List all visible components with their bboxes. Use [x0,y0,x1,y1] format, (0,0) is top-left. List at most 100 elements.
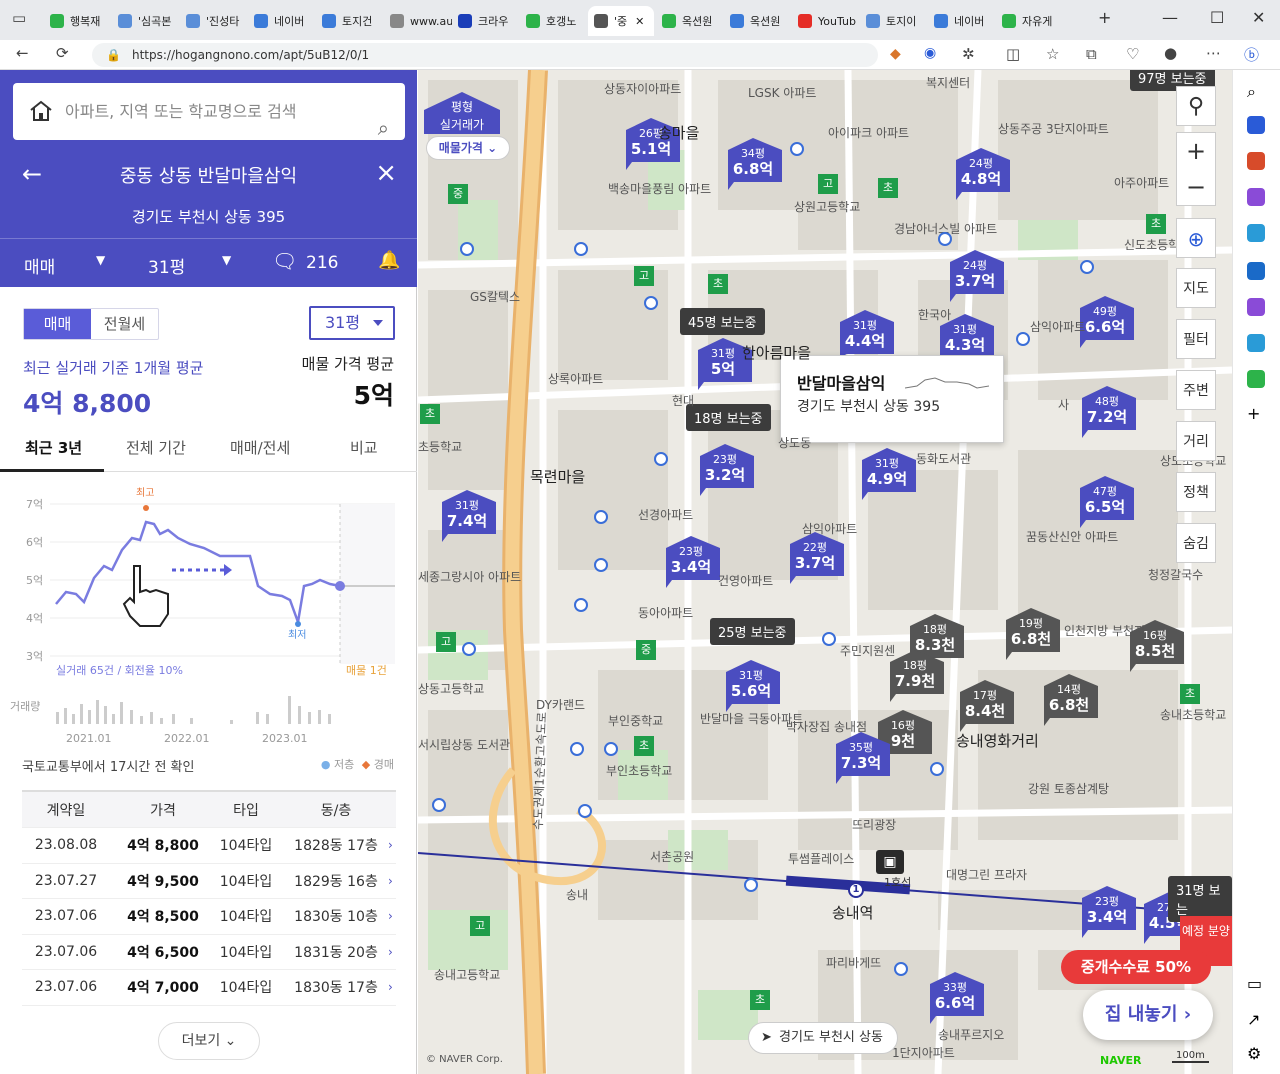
workspaces-icon[interactable]: ▭ [12,9,26,27]
price-marker[interactable]: 47평 6.5억 [1076,476,1134,528]
map-poi-label[interactable]: GS칼텍스 [470,288,520,305]
browser-tab[interactable]: 크라우 [452,6,520,36]
add-sidebar-icon[interactable]: + [1247,404,1265,423]
bus-stop-icon[interactable] [644,296,658,310]
school-flag-icon[interactable]: 초 [1180,684,1200,704]
map-poi-label[interactable]: 삼익아파트 [802,520,857,537]
map-poi-label[interactable]: 송내푸르지오 [938,1026,1004,1043]
map-poi-label[interactable]: 주민지원센 [840,642,895,659]
price-history-chart[interactable]: 7억 6억 5억 4억 3억 최고 최저 실거래 65건 / 회전율 10% 매… [0,474,417,744]
designer-icon[interactable] [1247,298,1265,316]
map-poi-label[interactable]: 부인중학교 [608,712,663,729]
map-poi-label[interactable]: 송내영화거리 [956,730,1039,751]
new-tab-button[interactable]: + [1098,8,1111,27]
map-poi-label[interactable]: DY카랜드 [536,696,585,713]
subway-icon[interactable]: ▣ [876,850,904,874]
price-marker[interactable]: 34평 6.8억 [724,138,782,190]
close-tab-icon[interactable]: ✕ [635,15,644,28]
listing-price-toggle[interactable]: 매물가격 ⌄ [426,136,510,160]
bus-stop-icon[interactable] [938,232,952,246]
school-flag-icon[interactable]: 초 [750,990,770,1010]
map-poi-label[interactable]: 파리바게뜨 [826,954,881,971]
map-poi-label[interactable]: 송내역 [832,902,873,923]
table-row[interactable]: 23.07.06 4억 8,500 104타입 1830동 10층 › [22,899,396,935]
map-poi-label[interactable]: 1단지아파트 [892,1044,955,1061]
map-poi-label[interactable]: 동아아파트 [638,604,693,621]
chevron-right-icon[interactable]: › [388,909,393,923]
trade-tab-rent[interactable]: 전월세 [91,309,158,339]
map-poi-label[interactable]: 강원 토종삼계탕 [1028,780,1109,797]
search-icon[interactable]: ⌕ [378,100,389,157]
map-poi-label[interactable]: 세종그랑시아 아파트 [418,568,521,585]
bus-stop-icon[interactable] [578,804,592,818]
school-flag-icon[interactable]: 중 [636,640,656,660]
school-flag-icon[interactable]: 초 [878,178,898,198]
school-flag-icon[interactable]: 초 [634,736,654,756]
browser-tab[interactable]: 행복재 [44,6,112,36]
map-poi-label[interactable]: 아이파크 아파트 [828,124,909,141]
map-poi-label[interactable]: 목련마을 [530,466,585,487]
map-poi-label[interactable]: 선경아파트 [638,506,693,523]
commission-promo[interactable]: 중개수수료 50% [1061,950,1211,984]
browser-tab[interactable]: www.au [384,6,452,36]
chevron-right-icon[interactable]: › [388,945,393,959]
send-icon[interactable] [1247,334,1265,352]
school-flag-icon[interactable]: 고 [436,632,456,652]
url-field[interactable]: 🔒 https://hogangnono.com/apt/5uB12/0/1 [92,43,878,67]
tab-compare[interactable]: 비교 [350,437,378,458]
school-flag-icon[interactable]: 초 [420,404,440,424]
price-marker[interactable]: 31평 5.6억 [722,660,780,712]
browser-tab[interactable]: '심곡본 [112,6,180,36]
sidebar-panel-icon[interactable]: ▭ [1247,974,1265,993]
map-poi-label[interactable]: 서촌공원 [650,848,694,865]
bing-icon[interactable]: ⓑ [1244,44,1259,65]
map-poi-label[interactable]: 상도동 [778,434,811,451]
map-poi-label[interactable]: 동화도서관 [916,450,971,467]
map-poi-label[interactable]: 한아름마을 [742,342,811,363]
school-flag-icon[interactable]: 고 [470,916,490,936]
zoom-out-button[interactable]: − [1177,169,1215,205]
map-poi-label[interactable]: 꿈동산신안 아파트 [1026,528,1118,545]
bus-stop-icon[interactable] [574,242,588,256]
price-marker[interactable]: 48평 7.2억 [1078,386,1136,438]
map-poi-label[interactable]: 상원고등학교 [794,198,860,215]
table-row[interactable]: 23.07.06 4억 7,000 104타입 1830동 17층 › [22,970,396,1006]
map-poi-label[interactable]: 삼익아파트 [1030,318,1085,335]
table-row[interactable]: 23.07.06 4억 6,500 104타입 1831동 20층 › [22,935,396,970]
comment-count[interactable]: 216 [306,253,338,273]
map-poi-label[interactable]: 현대 [672,392,694,409]
extension-icon[interactable]: ◉ [924,45,936,61]
user-icon[interactable]: ⚲ [1176,86,1216,126]
ctrl-policy-button[interactable]: 정책 [1176,472,1216,512]
map-poi-label[interactable]: 뜨리광장 [852,816,896,833]
bus-stop-icon[interactable] [790,142,804,156]
browser-tab[interactable]: 네이버 [928,6,996,36]
price-marker[interactable]: 24평 3.7억 [946,250,1004,302]
map-poi-label[interactable]: 송내초등학교 [1160,706,1226,723]
map-poi-label[interactable]: 송내 [566,886,588,903]
map-poi-label[interactable]: 사 [1058,396,1069,413]
tab-all-period[interactable]: 전체 기간 [126,437,186,458]
browser-tab[interactable]: 토지이 [860,6,928,36]
trade-type-select[interactable]: 매매 [24,253,55,278]
browser-tab[interactable]: '진성타 [180,6,248,36]
price-marker[interactable]: 23평 3.4억 [1078,886,1136,938]
map-poi-label[interactable]: 초등학교 [418,438,462,455]
list-house-button[interactable]: 집 내놓기 › [1083,990,1213,1040]
current-point[interactable] [335,581,345,591]
bus-stop-icon[interactable] [1080,260,1094,274]
chevron-right-icon[interactable]: › [388,874,393,888]
collections-icon[interactable]: ⧉ [1086,45,1097,63]
chevron-right-icon[interactable]: › [388,838,393,852]
bus-stop-icon[interactable] [460,242,474,256]
ctrl-hide-button[interactable]: 숨김 [1176,523,1216,563]
more-menu-icon[interactable]: ⋯ [1206,44,1221,62]
school-flag-icon[interactable]: 초 [1146,214,1166,234]
price-marker[interactable]: 33평 6.6억 [926,972,984,1024]
toolbox-icon[interactable] [1247,152,1265,170]
bus-stop-icon[interactable] [1016,332,1030,346]
browser-tab[interactable]: 자유게 [996,6,1064,36]
minimize-button[interactable]: — [1162,8,1178,27]
ctrl-map-button[interactable]: 지도 [1176,268,1216,308]
extensions-icon[interactable]: ✲ [962,45,975,63]
